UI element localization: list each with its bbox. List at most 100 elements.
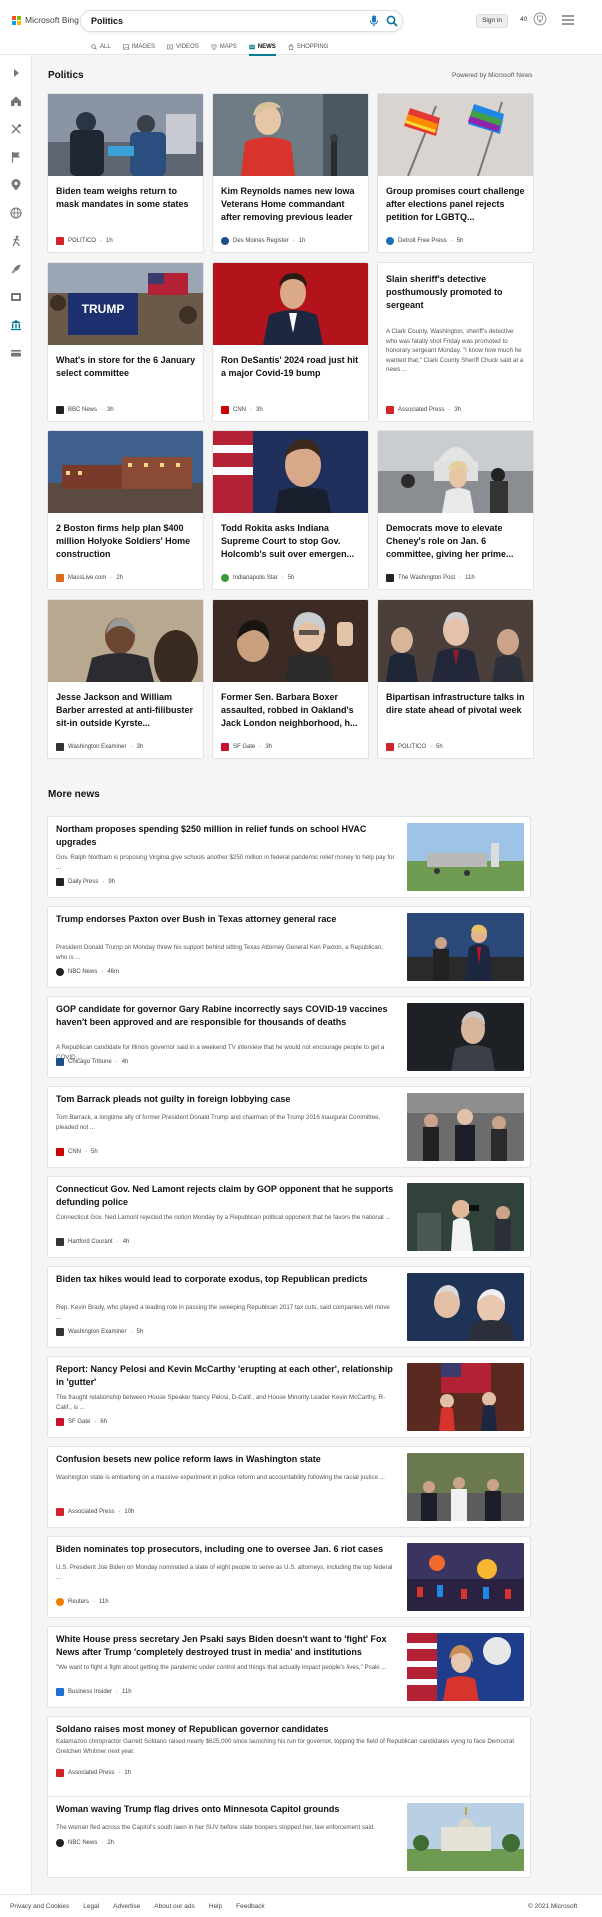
news-card[interactable]: 2 Boston firms help plan $400 million Ho… <box>47 430 204 590</box>
news-card-title[interactable]: Slain sheriff's detective posthumously p… <box>386 273 526 312</box>
list-item[interactable]: GOP candidate for governor Gary Rabine i… <box>47 996 531 1078</box>
news-source[interactable]: CNN · 5h <box>56 1148 98 1156</box>
money-icon[interactable] <box>10 347 22 359</box>
news-card[interactable]: Slain sheriff's detective posthumously p… <box>377 262 534 422</box>
article-title[interactable]: Tom Barrack pleads not guilty in foreign… <box>56 1093 396 1106</box>
news-source[interactable]: Washington Examiner · 3h <box>56 743 143 751</box>
news-card[interactable]: Democrats move to elevate Cheney's role … <box>377 430 534 590</box>
news-card-title[interactable]: Democrats move to elevate Cheney's role … <box>386 522 526 561</box>
news-card[interactable]: Jesse Jackson and William Barber arreste… <box>47 599 204 759</box>
search-box[interactable]: Politics <box>80 10 403 32</box>
microphone-icon[interactable] <box>369 15 379 27</box>
list-item[interactable]: Woman waving Trump flag drives onto Minn… <box>47 1796 531 1878</box>
news-source[interactable]: Reuters · 11h <box>56 1598 109 1606</box>
list-item[interactable]: Confusion besets new police reform laws … <box>47 1446 531 1528</box>
politics-icon[interactable] <box>10 319 22 331</box>
news-source[interactable]: Associated Press · 3h <box>386 406 461 414</box>
article-title[interactable]: Northam proposes spending $250 million i… <box>56 823 396 849</box>
news-card-title[interactable]: Kim Reynolds names new Iowa Veterans Hom… <box>221 185 361 224</box>
list-item[interactable]: White House press secretary Jen Psaki sa… <box>47 1626 531 1708</box>
news-source[interactable]: NBC News · 46m <box>56 968 119 976</box>
news-card[interactable]: Ron DeSantis' 2024 road just hit a major… <box>212 262 369 422</box>
list-item[interactable]: Biden tax hikes would lead to corporate … <box>47 1266 531 1348</box>
news-card[interactable]: TRUMP What's in store for the 6 January … <box>47 262 204 422</box>
news-card[interactable]: Kim Reynolds names new Iowa Veterans Hom… <box>212 93 369 253</box>
news-card-title[interactable]: What's in store for the 6 January select… <box>56 354 196 380</box>
search-input[interactable]: Politics <box>91 16 123 26</box>
news-source[interactable]: Associated Press · 1h <box>56 1769 131 1777</box>
list-item[interactable]: Soldano raises most money of Republican … <box>47 1716 531 1798</box>
news-source[interactable]: Des Moines Register · 1h <box>221 237 305 245</box>
tab-maps[interactable]: MAPS <box>205 40 243 54</box>
news-card-title[interactable]: Bipartisan infrastructure talks in dire … <box>386 691 526 717</box>
tab-videos[interactable]: VIDEOS <box>161 40 205 54</box>
tab-shopping[interactable]: SHOPPING <box>282 40 335 54</box>
news-card-title[interactable]: Former Sen. Barbara Boxer assaulted, rob… <box>221 691 361 730</box>
tab-images[interactable]: IMAGES <box>117 40 161 54</box>
news-card[interactable]: Group promises court challenge after ele… <box>377 93 534 253</box>
rewards-trophy-icon[interactable] <box>533 12 547 26</box>
location-pin-icon[interactable] <box>10 179 22 191</box>
news-source[interactable]: Business Insider · 11h <box>56 1688 132 1696</box>
tab-news[interactable]: NEWS <box>243 40 282 56</box>
news-source[interactable]: NBC News · 2h <box>56 1839 114 1847</box>
footer-link-legal[interactable]: Legal <box>83 1903 99 1910</box>
news-source[interactable]: Hartford Courant · 4h <box>56 1238 129 1246</box>
search-icon[interactable] <box>386 15 398 27</box>
sign-in-button[interactable]: Sign in <box>476 14 508 28</box>
news-card-title[interactable]: Biden team weighs return to mask mandate… <box>56 185 196 211</box>
news-card-title[interactable]: 2 Boston firms help plan $400 million Ho… <box>56 522 196 561</box>
news-source[interactable]: POLITICO · 5h <box>386 743 443 751</box>
article-title[interactable]: Connecticut Gov. Ned Lamont rejects clai… <box>56 1183 396 1209</box>
article-title[interactable]: Soldano raises most money of Republican … <box>56 1723 516 1736</box>
news-source[interactable]: Chicago Tribune · 4h <box>56 1058 128 1066</box>
news-source[interactable]: The Washington Post · 11h <box>386 574 475 582</box>
footer-link-feedback[interactable]: Feedback <box>236 1903 265 1910</box>
entertainment-icon[interactable] <box>10 291 22 303</box>
footer-link-help[interactable]: Help <box>209 1903 222 1910</box>
news-source[interactable]: BBC News · 3h <box>56 406 114 414</box>
home-icon[interactable] <box>10 95 22 107</box>
news-card-title[interactable]: Jesse Jackson and William Barber arreste… <box>56 691 196 730</box>
list-item[interactable]: Connecticut Gov. Ned Lamont rejects clai… <box>47 1176 531 1258</box>
news-source[interactable]: Indianapolis Star · 5h <box>221 574 294 582</box>
bing-logo[interactable]: Microsoft Bing <box>12 15 79 25</box>
globe-icon[interactable] <box>10 207 22 219</box>
article-title[interactable]: Woman waving Trump flag drives onto Minn… <box>56 1803 396 1816</box>
news-source[interactable]: Detroit Free Press · 5h <box>386 237 463 245</box>
news-source[interactable]: MassLive.com · 2h <box>56 574 123 582</box>
footer-link-about-ads[interactable]: About our ads <box>154 1903 194 1910</box>
news-source[interactable]: Associated Press · 10h <box>56 1508 134 1516</box>
hamburger-menu-icon[interactable] <box>562 15 574 25</box>
article-title[interactable]: Biden tax hikes would lead to corporate … <box>56 1273 396 1286</box>
list-item[interactable]: Biden nominates top prosecutors, includi… <box>47 1536 531 1618</box>
list-item[interactable]: Trump endorses Paxton over Bush in Texas… <box>47 906 531 988</box>
news-source[interactable]: Washington Examiner · 5h <box>56 1328 143 1336</box>
news-card-title[interactable]: Ron DeSantis' 2024 road just hit a major… <box>221 354 361 380</box>
article-title[interactable]: Trump endorses Paxton over Bush in Texas… <box>56 913 396 926</box>
list-item[interactable]: Northam proposes spending $250 million i… <box>47 816 531 898</box>
article-title[interactable]: Confusion besets new police reform laws … <box>56 1453 396 1466</box>
news-card[interactable]: Bipartisan infrastructure talks in dire … <box>377 599 534 759</box>
news-card-title[interactable]: Group promises court challenge after ele… <box>386 185 526 224</box>
article-title[interactable]: White House press secretary Jen Psaki sa… <box>56 1633 396 1659</box>
footer-link-privacy[interactable]: Privacy and Cookies <box>10 1903 69 1910</box>
article-title[interactable]: Biden nominates top prosecutors, includi… <box>56 1543 396 1556</box>
rocket-icon[interactable] <box>10 263 22 275</box>
rewards-count[interactable]: 40 <box>520 16 527 23</box>
tools-icon[interactable] <box>10 123 22 135</box>
powered-by-label[interactable]: Powered by Microsoft News <box>452 72 533 79</box>
news-source[interactable]: POLITICO · 1h <box>56 237 113 245</box>
news-source[interactable]: SF Gate · 6h <box>56 1418 107 1426</box>
article-title[interactable]: GOP candidate for governor Gary Rabine i… <box>56 1003 396 1029</box>
flag-icon[interactable] <box>10 151 22 163</box>
news-source[interactable]: Daily Press · 9h <box>56 878 115 886</box>
news-card[interactable]: Todd Rokita asks Indiana Supreme Court t… <box>212 430 369 590</box>
news-source[interactable]: CNN · 3h <box>221 406 263 414</box>
list-item[interactable]: Tom Barrack pleads not guilty in foreign… <box>47 1086 531 1168</box>
expand-arrow-icon[interactable] <box>10 67 22 79</box>
sports-icon[interactable] <box>10 235 22 247</box>
news-card-title[interactable]: Todd Rokita asks Indiana Supreme Court t… <box>221 522 361 561</box>
list-item[interactable]: Report: Nancy Pelosi and Kevin McCarthy … <box>47 1356 531 1438</box>
footer-link-advertise[interactable]: Advertise <box>113 1903 140 1910</box>
